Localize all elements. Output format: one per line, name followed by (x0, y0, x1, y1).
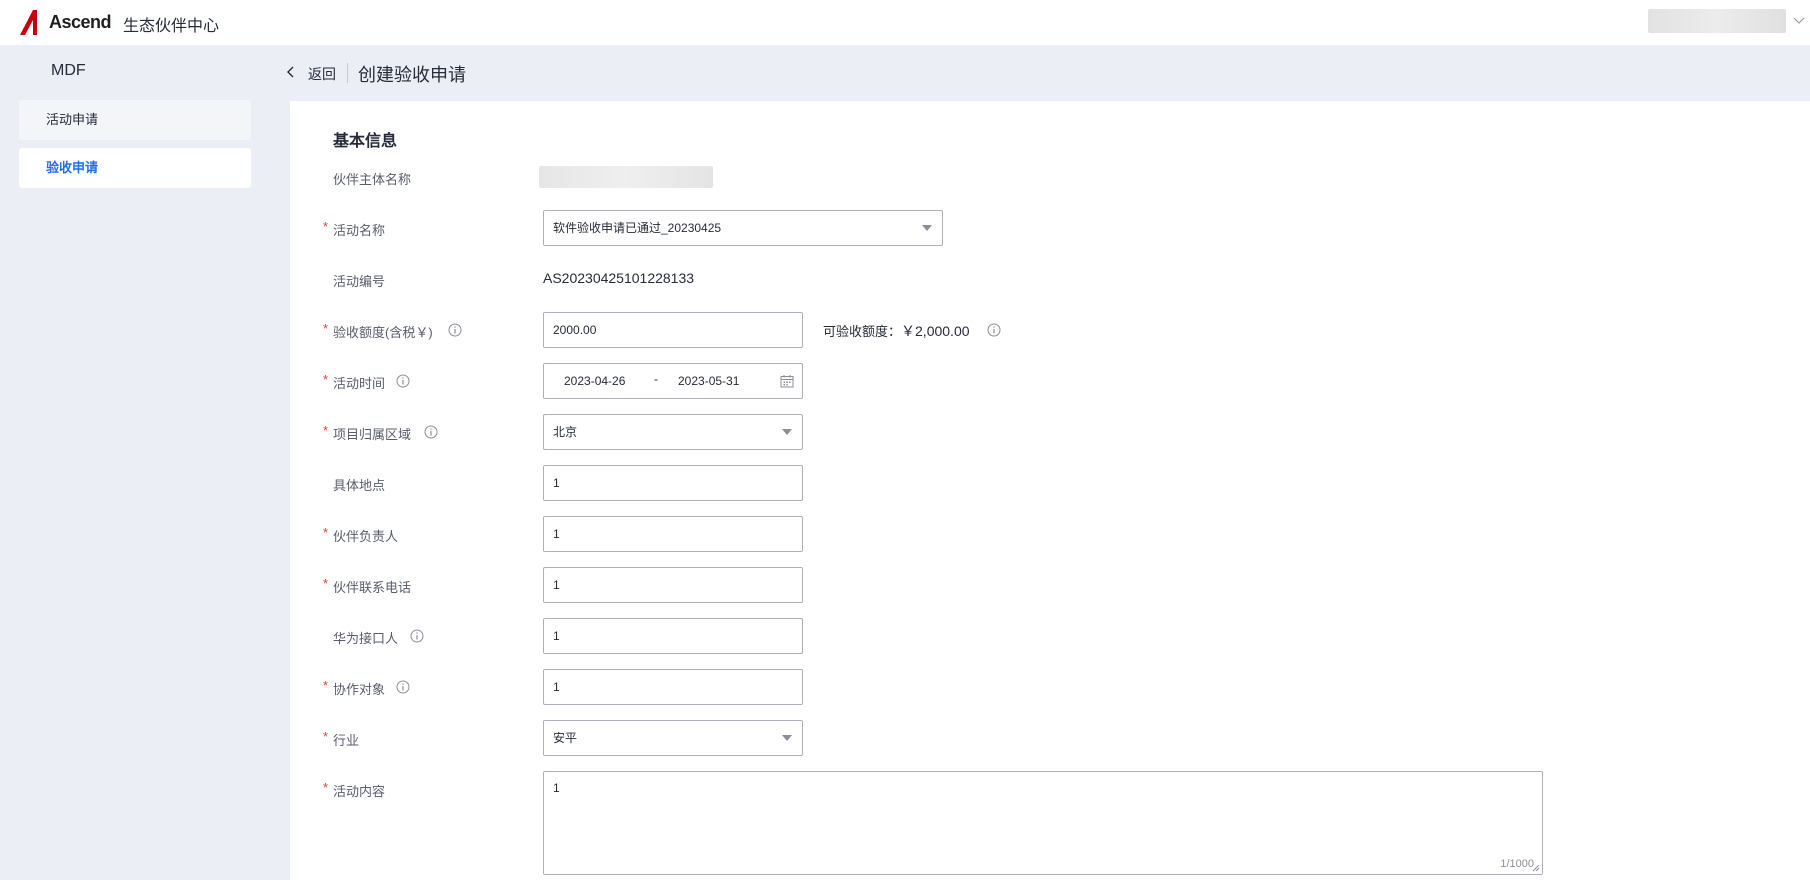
info-icon[interactable] (396, 374, 410, 388)
caret-down-icon (922, 225, 932, 231)
resize-handle-icon[interactable] (1532, 864, 1540, 872)
region-select[interactable]: 北京 (543, 414, 803, 450)
industry-value: 安平 (553, 731, 578, 745)
activity-content-textarea[interactable]: 1 1/1000 (543, 771, 1543, 875)
available-amount-label: 可验收额度： (823, 324, 902, 339)
partner-phone-input[interactable]: 1 (543, 567, 803, 603)
header-divider (347, 63, 348, 83)
ascend-logo-icon[interactable] (18, 8, 46, 36)
caret-down-icon (782, 429, 792, 435)
activity-no-label: 活动编号 (333, 274, 386, 289)
collab-target-value: 1 (553, 680, 560, 694)
location-input[interactable]: 1 (543, 465, 803, 501)
activity-time-label: 活动时间 (333, 376, 386, 391)
section-title: 基本信息 (333, 133, 398, 150)
form-card (290, 101, 1810, 880)
activity-name-label: 活动名称 (333, 223, 386, 238)
activity-content-label: 活动内容 (333, 784, 386, 799)
required-mark: * (323, 678, 329, 693)
huawei-contact-label: 华为接口人 (333, 631, 399, 646)
sidebar-item-acceptance-application[interactable]: 验收申请 (19, 148, 251, 188)
required-mark: * (323, 525, 329, 540)
info-icon[interactable] (448, 323, 462, 337)
user-account[interactable] (1648, 9, 1786, 33)
partner-name-value (539, 166, 713, 188)
collab-target-label: 协作对象 (333, 682, 386, 697)
sidebar-item-activity-application[interactable]: 活动申请 (19, 100, 251, 140)
required-mark: * (323, 729, 329, 744)
location-label: 具体地点 (333, 478, 386, 493)
top-bar: Ascend 生态伙伴中心 (0, 0, 1810, 45)
huawei-contact-value: 1 (553, 629, 560, 643)
chevron-left-icon[interactable] (286, 66, 296, 78)
activity-name-value: 软件验收申请已通过_20230425 (553, 221, 722, 235)
amount-input[interactable]: 2000.00 (543, 312, 803, 348)
available-amount-value: ￥2,000.00 (901, 323, 970, 339)
amount-label: 验收额度(含税￥) (333, 325, 433, 340)
partner-owner-label: 伙伴负责人 (333, 529, 399, 544)
amount-value: 2000.00 (553, 323, 597, 337)
portal-title[interactable]: 生态伙伴中心 (123, 12, 219, 36)
char-counter: 1/1000 (1500, 858, 1534, 870)
region-value: 北京 (553, 425, 578, 439)
location-value: 1 (553, 476, 560, 490)
industry-label: 行业 (333, 733, 360, 748)
required-mark: * (323, 780, 329, 795)
activity-name-select[interactable]: 软件验收申请已通过_20230425 (543, 210, 943, 246)
info-icon[interactable] (987, 323, 1001, 337)
date-separator: - (654, 372, 658, 386)
brand-name[interactable]: Ascend (49, 12, 112, 33)
info-icon[interactable] (424, 425, 438, 439)
info-icon[interactable] (410, 629, 424, 643)
chevron-down-icon[interactable] (1793, 14, 1805, 26)
partner-phone-label: 伙伴联系电话 (333, 580, 412, 595)
required-mark: * (323, 219, 329, 234)
region-label: 项目归属区域 (333, 427, 412, 442)
page-title: 创建验收申请 (358, 65, 466, 85)
activity-time-range-picker[interactable]: 2023-04-26 - 2023-05-31 (543, 363, 803, 399)
info-icon[interactable] (396, 680, 410, 694)
required-mark: * (323, 372, 329, 387)
activity-no-value: AS20230425101228133 (543, 270, 695, 286)
start-date[interactable]: 2023-04-26 (564, 364, 625, 398)
partner-owner-input[interactable]: 1 (543, 516, 803, 552)
sidebar-title: MDF (51, 62, 86, 79)
required-mark: * (323, 321, 329, 336)
industry-select[interactable]: 安平 (543, 720, 803, 756)
caret-down-icon (782, 735, 792, 741)
calendar-icon[interactable] (780, 374, 794, 388)
available-amount: 可验收额度：￥2,000.00 (823, 321, 970, 341)
activity-content-value: 1 (553, 781, 560, 795)
required-mark: * (323, 576, 329, 591)
partner-owner-value: 1 (553, 527, 560, 541)
huawei-contact-input[interactable]: 1 (543, 618, 803, 654)
back-link[interactable]: 返回 (308, 64, 336, 84)
partner-name-label: 伙伴主体名称 (333, 172, 412, 187)
end-date[interactable]: 2023-05-31 (678, 364, 739, 398)
partner-phone-value: 1 (553, 578, 560, 592)
required-mark: * (323, 423, 329, 438)
collab-target-input[interactable]: 1 (543, 669, 803, 705)
